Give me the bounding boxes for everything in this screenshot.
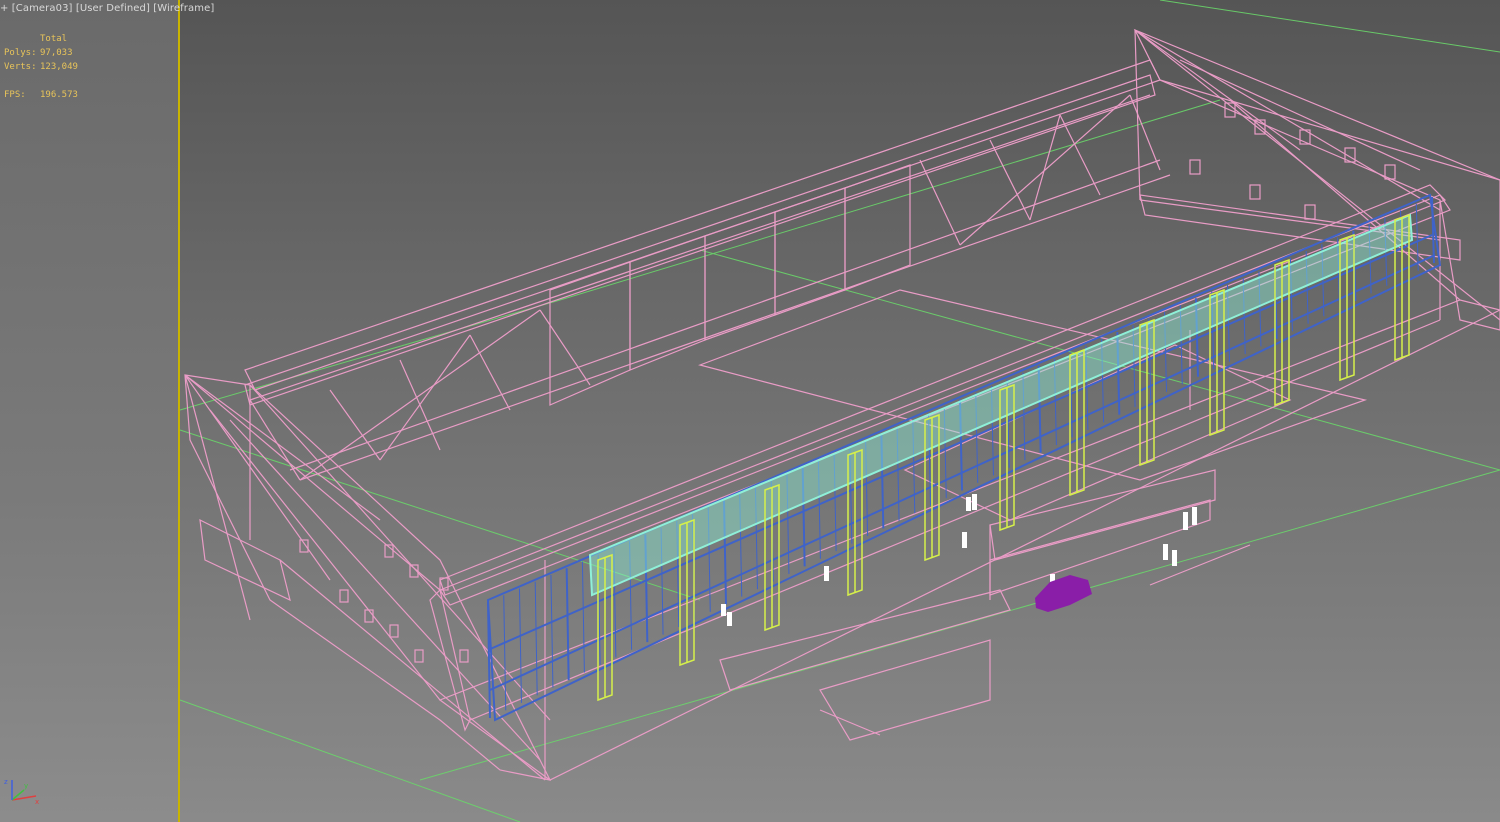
axis-gizmo-icon: x y z [4,778,39,806]
stats-header: Total [40,34,68,44]
mullion [503,595,507,711]
building-frame-wireframe [184,28,1500,781]
axis-y-label: y [24,782,28,790]
person [966,497,971,511]
stats-verts-value: 123,049 [40,62,78,72]
person [962,532,967,548]
grid-line [419,469,1500,781]
viewport-shading-menu[interactable]: [User Defined] [76,3,150,14]
axis-x-label: x [35,798,39,806]
ground-grid [179,0,1500,822]
grid-line [1159,0,1500,53]
axis-z-label: z [4,778,8,786]
wireframe-scene[interactable] [0,0,1500,822]
person [972,494,977,510]
person [1163,544,1168,560]
stats-verts-row: Verts: 123,049 [4,60,100,74]
mullion [581,561,585,673]
stats-fps-value: 196.573 [40,90,78,100]
front-roof-beam [439,194,1451,606]
back-truss-webbing [249,94,1171,481]
viewport-menu-plus[interactable]: + [0,3,8,14]
people [721,494,1197,626]
viewport-render-menu[interactable]: [Wireframe] [153,3,214,14]
person [1192,507,1197,525]
person [721,604,726,616]
front-base [438,299,1500,781]
mullion [565,568,570,681]
stats-polys-row: Polys: 97,033 [4,46,100,60]
car [1035,575,1092,612]
viewport-camera-menu[interactable]: [Camera03] [12,3,73,14]
mullion [534,581,538,696]
person [824,566,829,581]
stats-verts-label: Verts: [4,62,37,72]
viewport-statistics: Total Polys: 97,033 Verts: 123,049 FPS: … [4,32,100,102]
grid-line [559,99,1221,301]
mullion [550,574,554,688]
stats-fps-row: FPS: 196.573 [4,88,100,102]
person [1172,550,1177,566]
stats-fps-label: FPS: [4,90,26,100]
viewport-label[interactable]: + [Camera03] [User Defined] [Wireframe] [0,3,214,17]
stats-polys-value: 97,033 [40,48,73,58]
stats-polys-label: Polys: [4,48,37,58]
person [1183,512,1188,530]
person [727,612,732,626]
